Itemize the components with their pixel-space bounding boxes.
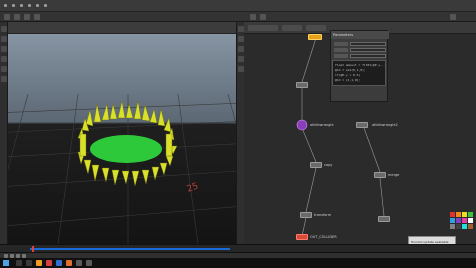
node-n1[interactable] [296, 82, 308, 88]
node-label: copy [324, 163, 333, 167]
node-copy[interactable] [310, 162, 322, 168]
parameter-panel-header: Parameters [331, 31, 389, 39]
menu-bar [0, 0, 476, 12]
scene-viewport[interactable]: 25 [8, 22, 236, 244]
shelf-tool-icon[interactable] [4, 14, 10, 20]
menu-item[interactable] [36, 4, 39, 7]
swatch-yellow[interactable] [462, 212, 467, 217]
node-out[interactable] [296, 234, 308, 240]
timeline-range[interactable] [30, 248, 230, 250]
search-icon[interactable] [16, 260, 22, 266]
rotate-tool-icon[interactable] [1, 46, 7, 52]
color-palette [450, 212, 476, 230]
node-out-label: OUT_COLLIDER [310, 235, 337, 239]
node-label: merge [388, 173, 400, 177]
node-top[interactable] [308, 34, 322, 40]
code-line: float amount = fit01(@P.y... [335, 63, 386, 67]
handle-tool-icon[interactable] [1, 66, 7, 72]
timeline[interactable] [0, 244, 476, 252]
menu-item[interactable] [44, 4, 47, 7]
task-view-icon[interactable] [26, 260, 32, 266]
scale-tool-icon[interactable] [1, 56, 7, 62]
windows-taskbar [0, 258, 476, 268]
swatch-purple[interactable] [456, 218, 461, 223]
swatch-white[interactable] [468, 218, 473, 223]
swatch-green[interactable] [468, 212, 473, 217]
node-transform[interactable] [300, 212, 312, 218]
node-attribwrangle2[interactable] [356, 122, 368, 128]
node-label: attribwrangle [310, 123, 334, 127]
swatch-gray[interactable] [450, 224, 455, 229]
shelf-toolbar [0, 12, 476, 22]
node-merge[interactable] [374, 172, 386, 178]
app-icon[interactable] [76, 260, 82, 266]
viewport-header [8, 22, 236, 34]
viewport-scene: 25 [8, 93, 236, 244]
code-line: if(@P.y > 0.5) [335, 73, 361, 77]
app-icon[interactable] [86, 260, 92, 266]
display-options-column [236, 22, 244, 244]
node-label: attribwrangle2 [372, 123, 398, 127]
shelf-tool-icon[interactable] [250, 14, 256, 20]
code-line: @Cd = {1,1,0}; [335, 78, 361, 82]
select-tool-icon[interactable] [1, 26, 7, 32]
geometry-green-fill [90, 135, 162, 163]
browser-icon[interactable] [46, 260, 52, 266]
windows-start-icon[interactable] [3, 260, 9, 266]
houdini-window: 25 attribwrangle2 attribwrangle copy mer… [0, 0, 476, 268]
houdini-icon[interactable] [66, 260, 72, 266]
swatch-cyan[interactable] [462, 224, 467, 229]
menu-item[interactable] [12, 4, 15, 7]
pose-tool-icon[interactable] [1, 76, 7, 82]
menu-item[interactable] [28, 4, 31, 7]
viewport-tool-column [0, 22, 8, 244]
shelf-tool-icon[interactable] [24, 14, 30, 20]
swatch-pink[interactable] [462, 218, 467, 223]
app-icon[interactable] [56, 260, 62, 266]
swatch-red[interactable] [450, 212, 455, 217]
code-line: @Cd = set(0,1,0); [335, 68, 366, 72]
node-selected-highlight [296, 119, 308, 131]
file-explorer-icon[interactable] [36, 260, 42, 266]
app-icon[interactable] [4, 4, 7, 7]
shelf-tool-icon[interactable] [450, 14, 456, 20]
shelf-tool-icon[interactable] [260, 14, 266, 20]
move-tool-icon[interactable] [1, 36, 7, 42]
menu-item[interactable] [20, 4, 23, 7]
shelf-tool-icon[interactable] [14, 14, 20, 20]
vex-code-editor[interactable]: float amount = fit01(@P.y... @Cd = set(0… [332, 60, 386, 86]
swatch-brown[interactable] [468, 224, 473, 229]
shelf-tool-icon[interactable] [34, 14, 40, 20]
swatch-blue[interactable] [450, 218, 455, 223]
parameter-panel-title: Parameters [333, 33, 354, 37]
grid-value-label: 25 [186, 182, 200, 195]
node-copy2[interactable] [378, 216, 390, 222]
swatch-dark[interactable] [456, 224, 461, 229]
node-label: transform [314, 213, 332, 217]
swatch-orange[interactable] [456, 212, 461, 217]
